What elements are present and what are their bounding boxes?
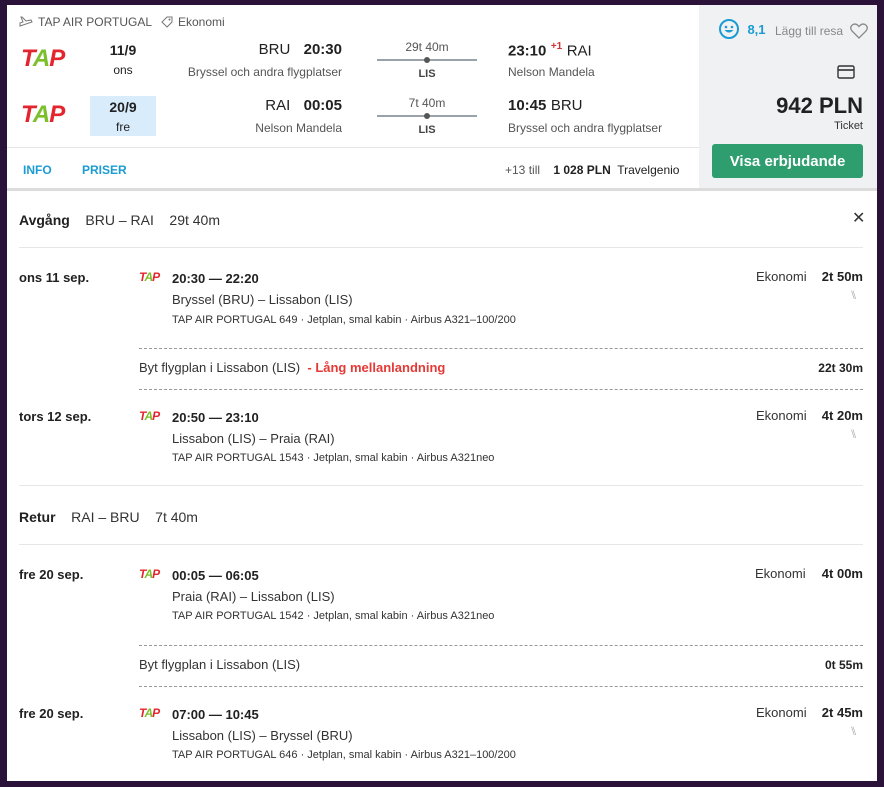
return-from-name: Nelson Mandela	[255, 121, 342, 135]
outbound-from-name: Bryssel och andra flygplatser	[187, 65, 342, 79]
close-icon[interactable]: ✕	[852, 208, 865, 228]
divider	[139, 645, 863, 646]
more-offers[interactable]: +13 till 1 028 PLN Travelgenio	[505, 163, 679, 177]
tag-icon	[161, 16, 173, 28]
segment-route: Lissabon (LIS) – Bryssel (BRU)	[172, 728, 353, 743]
layover-duration: 0t 55m	[824, 658, 863, 672]
result-summary[interactable]: TAP AIR PORTUGAL Ekonomi TAP 11/9 ons BR…	[7, 5, 877, 190]
segment-duration: 4t 20m	[821, 408, 863, 423]
outbound-duration: 29t 40m	[405, 40, 449, 54]
divider	[7, 188, 877, 191]
airline-name: TAP AIR PORTUGAL	[38, 15, 153, 29]
smiley-icon	[719, 19, 739, 39]
price: 942 PLN	[776, 93, 863, 118]
payment-card-icon	[837, 65, 855, 84]
return-section-title: Retur RAI – BRU 7t 40m	[19, 509, 198, 525]
segment-date: fre 20 sep.	[19, 567, 84, 582]
divider	[7, 147, 699, 148]
segment-info: TAP AIR PORTUGAL 1542 · Jetplan, smal ka…	[172, 610, 495, 622]
tab-prices[interactable]: PRISER	[82, 163, 127, 177]
segment-cabin: Ekonomi	[756, 705, 807, 720]
outbound-date: 11/9 ons	[109, 42, 137, 77]
segment-info: TAP AIR PORTUGAL 649 · Jetplan, smal kab…	[172, 314, 516, 326]
outbound-arrival: 23:10 +1 RAI	[508, 41, 592, 60]
divider	[19, 247, 863, 248]
segment-date: tors 12 sep.	[19, 409, 92, 424]
rating: 8,1	[719, 19, 766, 39]
tab-info[interactable]: INFO	[23, 163, 52, 177]
return-departure: RAI 00:05	[265, 97, 342, 114]
segment-route: Praia (RAI) – Lissabon (LIS)	[172, 589, 335, 604]
plane-icon	[19, 16, 33, 27]
layover-duration: 22t 30m	[818, 361, 863, 375]
segment-route: Bryssel (BRU) – Lissabon (LIS)	[172, 292, 353, 307]
seat-icon: ⑊	[850, 724, 858, 738]
divider	[139, 686, 863, 687]
airline-meta: TAP AIR PORTUGAL	[19, 15, 152, 29]
price-type: Ticket	[834, 120, 863, 132]
segment-duration: 2t 45m	[821, 705, 863, 720]
cabin-meta: Ekonomi	[161, 15, 225, 29]
segment-cabin: Ekonomi	[755, 566, 806, 581]
segment-times: 07:00 — 10:45	[172, 707, 259, 722]
stop-dot	[424, 57, 430, 63]
return-to-name: Bryssel och andra flygplatser	[508, 121, 663, 135]
segment-times: 20:30 — 22:20	[172, 271, 259, 286]
heart-icon	[850, 23, 869, 39]
tap-logo: TAP	[139, 567, 160, 581]
segment-route: Lissabon (LIS) – Praia (RAI)	[172, 431, 335, 446]
segment-times: 20:50 — 23:10	[172, 410, 259, 425]
segment-duration: 4t 00m	[821, 566, 863, 581]
tap-logo: TAP	[139, 409, 160, 423]
seat-icon: ⑊	[850, 427, 858, 441]
tap-logo: TAP	[139, 706, 160, 720]
segment-duration: 2t 50m	[821, 269, 863, 284]
segment-cabin: Ekonomi	[756, 408, 807, 423]
segment-date: fre 20 sep.	[19, 706, 84, 721]
return-duration: 7t 40m	[408, 96, 446, 110]
segment-times: 00:05 — 06:05	[172, 568, 259, 583]
divider	[139, 348, 863, 349]
divider	[19, 485, 863, 486]
cabin-class: Ekonomi	[178, 15, 225, 29]
outbound-stop: LIS	[418, 68, 436, 80]
result-card: TAP AIR PORTUGAL Ekonomi TAP 11/9 ons BR…	[7, 5, 877, 781]
add-trip-button[interactable]: Lägg till resa	[775, 23, 869, 39]
seat-icon: ⑊	[850, 288, 858, 302]
tap-logo: TAP	[21, 101, 65, 128]
tap-logo: TAP	[21, 45, 65, 72]
segment-cabin: Ekonomi	[756, 269, 807, 284]
divider	[139, 389, 863, 390]
view-deal-button[interactable]: Visa erbjudande	[712, 144, 863, 178]
divider	[19, 544, 863, 545]
outbound-to-name: Nelson Mandela	[508, 65, 595, 79]
outbound-departure: BRU 20:30	[258, 41, 342, 58]
stop-dot	[424, 113, 430, 119]
return-arrival: 10:45 BRU	[508, 97, 583, 114]
segment-info: TAP AIR PORTUGAL 1543 · Jetplan, smal ka…	[172, 452, 495, 464]
segment-date: ons 11 sep.	[19, 270, 90, 285]
tap-logo: TAP	[139, 270, 160, 284]
return-stop: LIS	[418, 124, 436, 136]
layover-info: Byt flygplan i Lissabon (LIS) - Lång mel…	[139, 360, 446, 375]
layover-info: Byt flygplan i Lissabon (LIS)	[139, 657, 301, 672]
segment-info: TAP AIR PORTUGAL 646 · Jetplan, smal kab…	[172, 749, 516, 761]
outbound-section-title: Avgång BRU – RAI 29t 40m	[19, 212, 221, 228]
return-date: 20/9 fre	[90, 96, 156, 136]
